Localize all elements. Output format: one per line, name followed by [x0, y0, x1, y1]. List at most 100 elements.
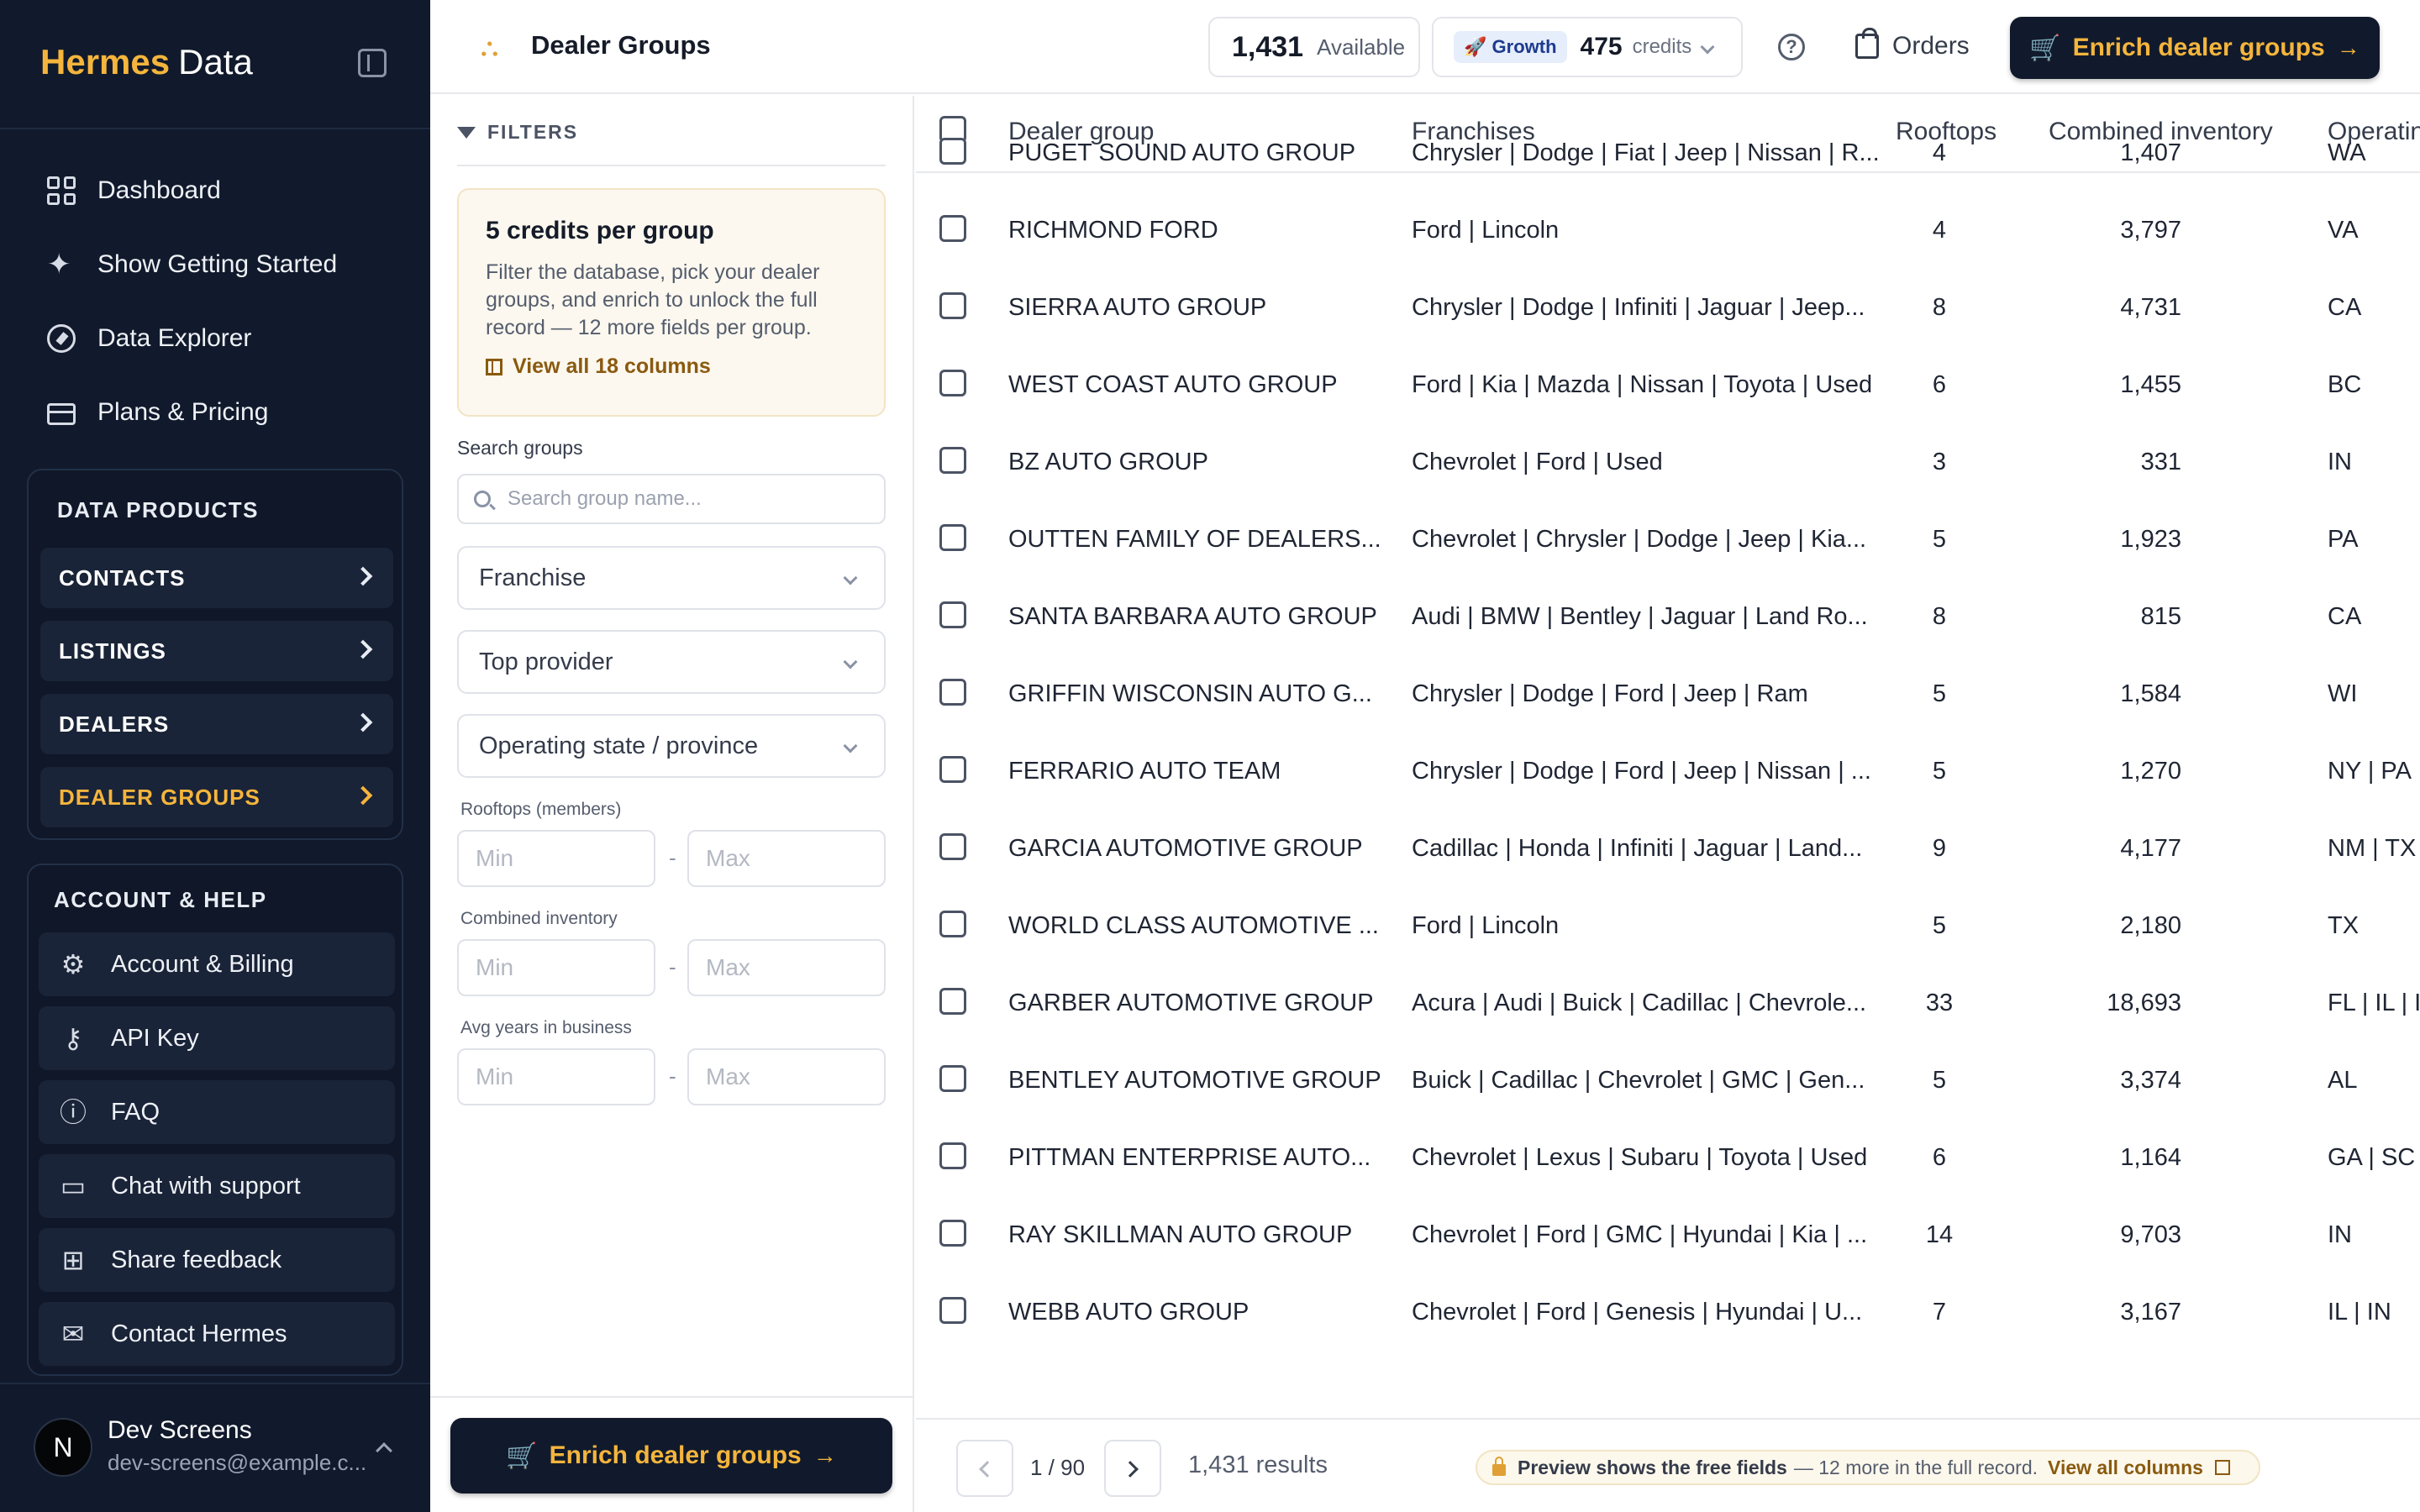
- brand-logo[interactable]: Hermes Data: [40, 39, 253, 86]
- row-checkbox[interactable]: [939, 911, 966, 937]
- nav-item-dashboard[interactable]: Dashboard: [47, 165, 221, 216]
- cell-rooftops: 6: [1932, 1144, 1947, 1171]
- table-row[interactable]: PUGET SOUND AUTO GROUP Chrysler | Dodge |…: [916, 119, 2420, 197]
- table-row[interactable]: PITTMAN ENTERPRISE AUTO... Chevrolet | Le…: [916, 1124, 2420, 1201]
- row-checkbox[interactable]: [939, 292, 966, 319]
- table-row[interactable]: SIERRA AUTO GROUP Chrysler | Dodge | Infi…: [916, 274, 2420, 351]
- row-checkbox[interactable]: [939, 138, 966, 165]
- avatar[interactable]: N: [34, 1418, 92, 1477]
- table-row[interactable]: WEST COAST AUTO GROUP Ford | Kia | Mazda …: [916, 351, 2420, 428]
- lock-icon: [1492, 1457, 1506, 1476]
- columns-icon: [2214, 1460, 2230, 1475]
- dealer-groups-icon: ⛬: [481, 34, 498, 61]
- row-checkbox[interactable]: [939, 833, 966, 860]
- gear-icon: ⚙: [60, 949, 86, 979]
- nav-item-getting-started[interactable]: ✦ Show Getting Started: [47, 239, 337, 290]
- cell-dealer-group: RICHMOND FORD: [1008, 217, 1218, 244]
- row-checkbox[interactable]: [939, 1142, 966, 1169]
- data-products-title: DATA PRODUCTS: [57, 497, 260, 522]
- chevron-up-icon[interactable]: [376, 1442, 392, 1459]
- table-row[interactable]: OUTTEN FAMILY OF DEALERS... Chevrolet | C…: [916, 506, 2420, 583]
- table-row[interactable]: FERRARIO AUTO TEAM Chrysler | Dodge | For…: [916, 738, 2420, 815]
- table-row[interactable]: SANTA BARBARA AUTO GROUP Audi | BMW | Ben…: [916, 583, 2420, 660]
- view-all-columns-link[interactable]: View all columns: [2048, 1457, 2203, 1479]
- cell-combined-inventory: 1,584: [2120, 680, 2181, 707]
- cell-rooftops: 9: [1932, 835, 1947, 862]
- table-row[interactable]: WEBB AUTO GROUP Chevrolet | Ford | Genesi…: [916, 1278, 2420, 1356]
- faq-link[interactable]: ⓘ FAQ: [39, 1080, 395, 1144]
- table-row[interactable]: WORLD CLASS AUTOMOTIVE ... Ford | Lincoln…: [916, 892, 2420, 969]
- franchise-select[interactable]: Franchise: [457, 546, 886, 610]
- row-checkbox[interactable]: [939, 370, 966, 396]
- contact-hermes-link[interactable]: ✉ Contact Hermes: [39, 1302, 395, 1366]
- product-item-contacts[interactable]: CONTACTS: [40, 548, 393, 608]
- table-row[interactable]: BENTLEY AUTOMOTIVE GROUP Buick | Cadillac…: [916, 1047, 2420, 1124]
- row-checkbox[interactable]: [939, 756, 966, 783]
- row-checkbox[interactable]: [939, 524, 966, 551]
- operating-state-select[interactable]: Operating state / province: [457, 714, 886, 778]
- orders-button[interactable]: Orders: [1855, 27, 1970, 66]
- share-feedback-link[interactable]: ⊞ Share feedback: [39, 1228, 395, 1292]
- cell-combined-inventory: 1,270: [2120, 758, 2181, 785]
- enrich-dealer-groups-button[interactable]: 🛒 Enrich dealer groups →: [2010, 17, 2380, 79]
- table-row[interactable]: RICHMOND FORD Ford | Lincoln 4 3,797 VA: [916, 197, 2420, 274]
- cell-franchises: Chevrolet | Ford | GMC | Hyundai | Kia |…: [1412, 1221, 1868, 1248]
- cell-franchises: Acura | Audi | Buick | Cadillac | Chevro…: [1412, 990, 1867, 1016]
- top-provider-select[interactable]: Top provider: [457, 630, 886, 694]
- chat-support-link[interactable]: ▭ Chat with support: [39, 1154, 395, 1218]
- rooftops-min-input[interactable]: [457, 830, 655, 887]
- rooftops-range-label: Rooftops (members): [460, 800, 622, 819]
- row-checkbox[interactable]: [939, 679, 966, 706]
- years-min-input[interactable]: [457, 1048, 655, 1105]
- available-counter: 1,431 Available: [1208, 17, 1420, 77]
- nav-item-data-explorer[interactable]: Data Explorer: [47, 313, 251, 364]
- credits-dropdown[interactable]: 🚀 Growth 475 credits: [1432, 17, 1743, 77]
- product-item-dealers[interactable]: DEALERS: [40, 694, 393, 754]
- product-item-listings[interactable]: LISTINGS: [40, 621, 393, 681]
- available-count: 1,431: [1232, 30, 1304, 63]
- nav-item-plans-pricing[interactable]: Plans & Pricing: [47, 387, 268, 438]
- table-row[interactable]: BZ AUTO GROUP Chevrolet | Ford | Used 3 331…: [916, 428, 2420, 506]
- view-all-columns-label: View all 18 columns: [513, 354, 711, 378]
- inventory-min-input[interactable]: [457, 939, 655, 996]
- row-checkbox[interactable]: [939, 1297, 966, 1324]
- nav-item-label: Plans & Pricing: [97, 398, 269, 426]
- rooftops-max-input[interactable]: [687, 830, 886, 887]
- cell-dealer-group: BZ AUTO GROUP: [1008, 449, 1208, 475]
- next-page-button[interactable]: [1104, 1440, 1161, 1497]
- table-row[interactable]: RAY SKILLMAN AUTO GROUP Chevrolet | Ford …: [916, 1201, 2420, 1278]
- inventory-max-input[interactable]: [687, 939, 886, 996]
- table-row[interactable]: GARCIA AUTOMOTIVE GROUP Cadillac | Honda …: [916, 815, 2420, 892]
- row-checkbox[interactable]: [939, 447, 966, 474]
- api-key-link[interactable]: ⚷ API Key: [39, 1006, 395, 1070]
- help-icon[interactable]: ?: [1778, 34, 1805, 60]
- account-item-label: Chat with support: [111, 1172, 301, 1200]
- account-billing-link[interactable]: ⚙ Account & Billing: [39, 932, 395, 996]
- row-checkbox[interactable]: [939, 988, 966, 1015]
- chevron-right-icon: [1122, 1461, 1139, 1478]
- table-row[interactable]: GRIFFIN WISCONSIN AUTO G... Chrysler | Do…: [916, 660, 2420, 738]
- sidebar-collapse-icon[interactable]: [358, 49, 387, 77]
- cell-rooftops: 4: [1932, 139, 1947, 166]
- grid-icon: [47, 176, 76, 205]
- chevron-down-icon: [1700, 39, 1715, 55]
- row-checkbox[interactable]: [939, 215, 966, 242]
- cell-dealer-group: WEST COAST AUTO GROUP: [1008, 371, 1338, 398]
- row-checkbox[interactable]: [939, 601, 966, 628]
- cell-combined-inventory: 9,703: [2120, 1221, 2181, 1248]
- cell-rooftops: 14: [1925, 1221, 1954, 1248]
- previous-page-button[interactable]: [956, 1440, 1013, 1497]
- dealer-groups-table: Dealer group Franchises Rooftops Combine…: [916, 96, 2420, 1418]
- row-checkbox[interactable]: [939, 1065, 966, 1092]
- enrich-dealer-groups-bottom-button[interactable]: 🛒 Enrich dealer groups →: [450, 1418, 892, 1494]
- product-item-dealer-groups[interactable]: DEALER GROUPS: [40, 767, 393, 827]
- view-all-columns-link[interactable]: View all 18 columns: [486, 354, 711, 379]
- cell-dealer-group: SANTA BARBARA AUTO GROUP: [1008, 603, 1377, 630]
- search-groups-field[interactable]: [457, 474, 886, 524]
- search-groups-label: Search groups: [457, 437, 583, 459]
- row-checkbox[interactable]: [939, 1220, 966, 1247]
- years-max-input[interactable]: [687, 1048, 886, 1105]
- search-input[interactable]: [508, 487, 860, 511]
- table-row[interactable]: GARBER AUTOMOTIVE GROUP Acura | Audi | Bu…: [916, 969, 2420, 1047]
- cell-dealer-group: WORLD CLASS AUTOMOTIVE ...: [1008, 912, 1379, 939]
